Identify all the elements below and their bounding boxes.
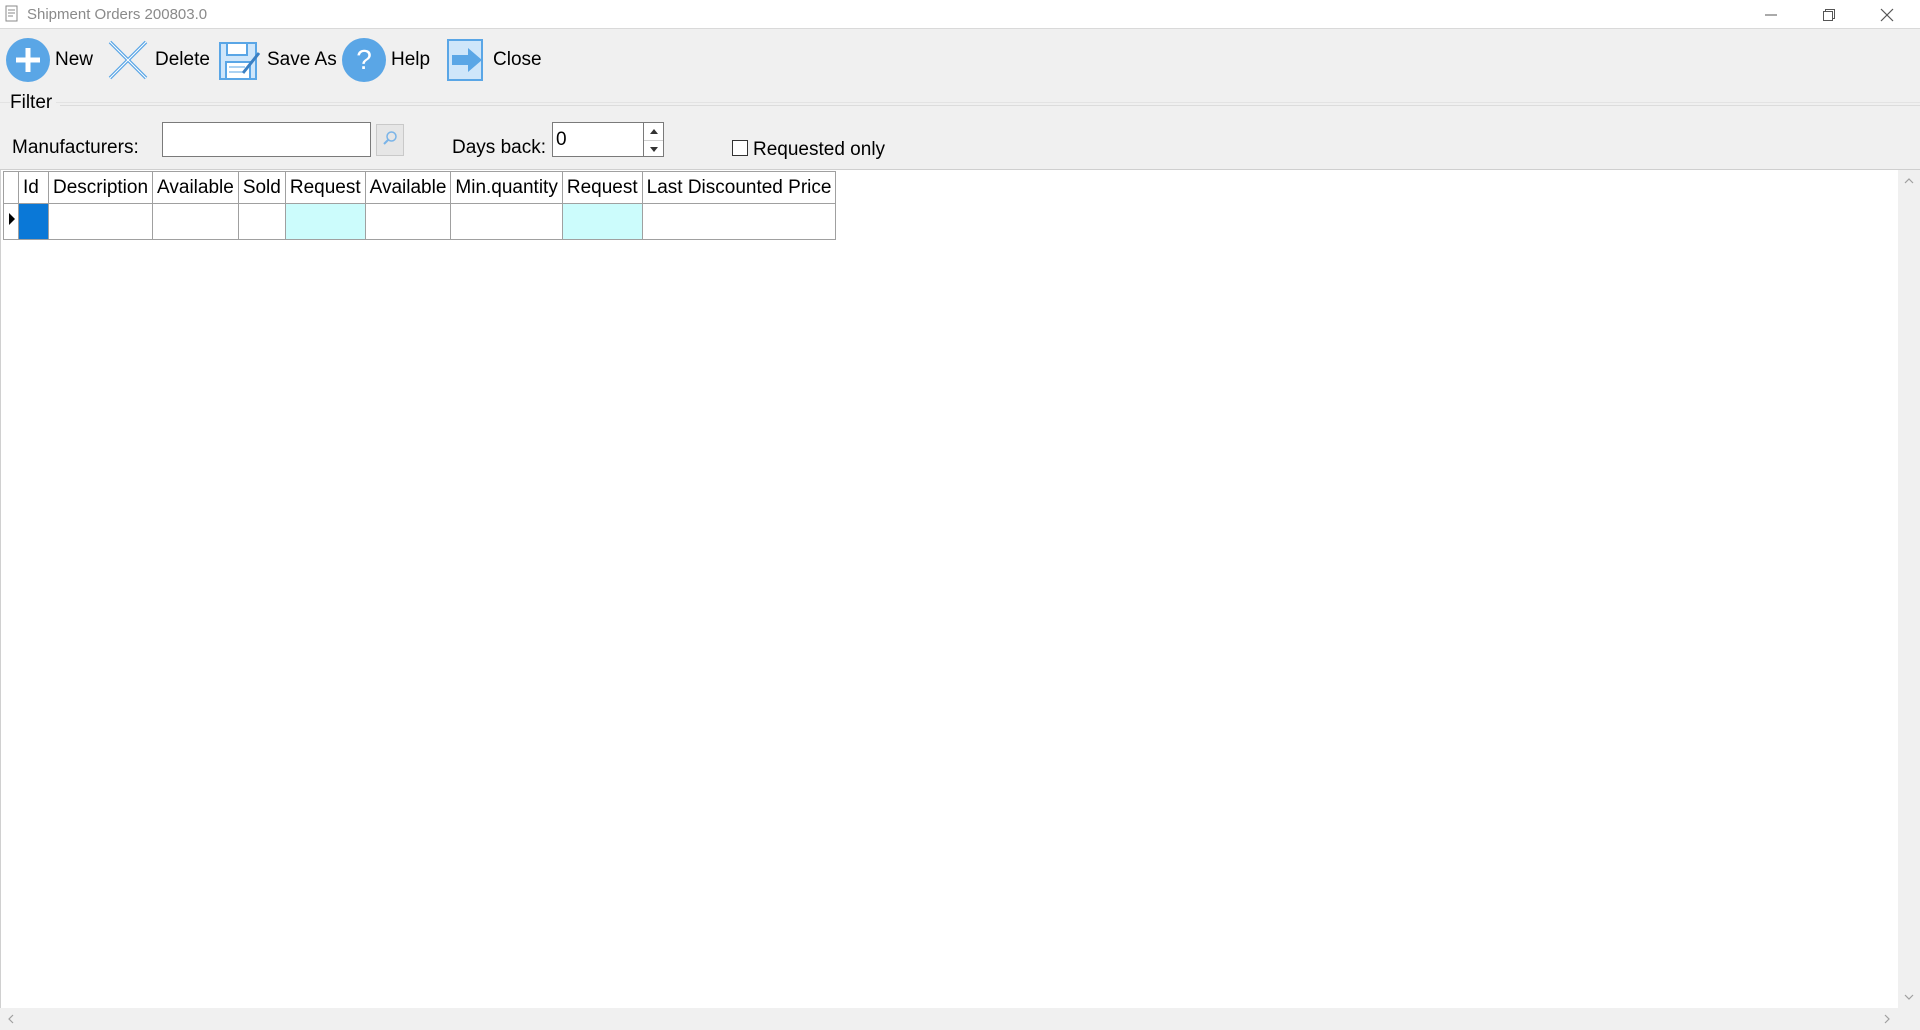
help-label: Help [391,49,431,70]
cell-available[interactable] [152,203,239,240]
window-title: Shipment Orders 200803.0 [27,6,208,23]
requested-only-label[interactable]: Requested only [753,139,885,161]
spin-down-button[interactable] [644,140,663,157]
column-header-sold[interactable]: Sold [237,171,286,204]
column-header-available[interactable]: Available [152,171,239,204]
scroll-left-button[interactable] [0,1008,22,1030]
days-back-input[interactable]: 0 [552,122,644,157]
help-button[interactable]: ? Help [340,35,430,85]
new-label: New [55,49,94,70]
plus-circle-icon [4,36,52,84]
column-header-min-quantity[interactable]: Min.quantity [450,171,563,204]
column-header-id[interactable]: Id [18,171,49,204]
close-label: Close [493,49,542,70]
orders-table: Id Description Available Sold Request Av… [3,171,837,240]
days-back-label: Days back: [452,137,546,158]
spin-up-button[interactable] [644,123,663,140]
floppy-edit-icon [216,36,264,84]
manufacturers-input[interactable] [162,122,371,157]
manufacturers-lookup-button[interactable] [376,124,404,156]
filter-legend: Filter [10,92,57,114]
x-icon [104,36,152,84]
close-window-button[interactable] [1858,0,1916,29]
question-circle-icon: ? [340,36,388,84]
column-header-request-2[interactable]: Request [561,171,643,204]
column-header-last-discounted-price[interactable]: Last Discounted Price [641,171,837,204]
cell-description[interactable] [47,203,154,240]
svg-text:?: ? [356,44,372,75]
column-header-description[interactable]: Description [47,171,154,204]
vertical-scrollbar[interactable] [1898,170,1920,1008]
restore-button[interactable] [1800,0,1858,29]
cell-last-discounted-price[interactable] [641,203,837,240]
table-row[interactable] [3,203,837,240]
manufacturers-label: Manufacturers: [12,137,139,158]
current-row-indicator[interactable] [3,203,19,240]
app-icon [4,5,20,23]
exit-arrow-icon [442,36,490,84]
scroll-down-button[interactable] [1898,986,1920,1008]
requested-only-checkbox[interactable] [732,140,748,156]
column-header-available-2[interactable]: Available [364,171,452,204]
save-as-button[interactable]: Save As [216,35,337,85]
scrollbar-corner [1898,1008,1920,1030]
scroll-right-button[interactable] [1876,1008,1898,1030]
minimize-button[interactable] [1742,0,1800,29]
cell-min-quantity[interactable] [450,203,563,240]
cell-request-2[interactable] [561,203,643,240]
column-header-request[interactable]: Request [284,171,366,204]
row-header-corner [3,171,19,204]
cell-available-2[interactable] [364,203,452,240]
cell-id[interactable] [18,203,49,240]
header-row: Id Description Available Sold Request Av… [3,171,837,204]
scroll-up-button[interactable] [1898,170,1920,192]
save-as-label: Save As [267,49,337,70]
title-bar: Shipment Orders 200803.0 [0,0,1920,29]
close-button[interactable]: Close [442,35,542,85]
filter-divider [60,105,1920,106]
days-back-spinner[interactable] [643,122,664,157]
row-pointer-icon [9,213,15,225]
new-button[interactable]: New [4,35,93,85]
delete-label: Delete [155,49,210,70]
delete-button[interactable]: Delete [104,35,210,85]
search-icon [382,130,398,151]
orders-grid[interactable]: Id Description Available Sold Request Av… [0,170,1920,1030]
cell-sold[interactable] [237,203,286,240]
toolbar: New Delete Save As ? Help Close [0,29,1920,103]
horizontal-scrollbar[interactable] [0,1008,1898,1030]
cell-request[interactable] [284,203,366,240]
